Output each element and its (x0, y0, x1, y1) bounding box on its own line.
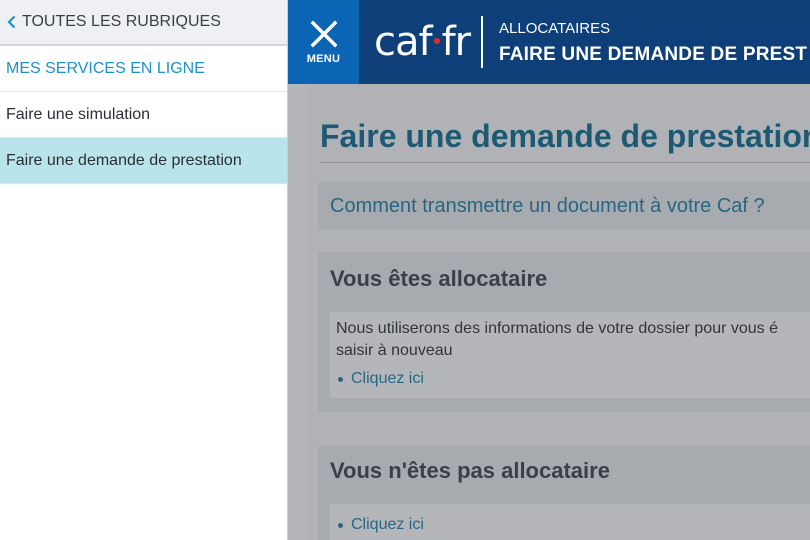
transmit-document-link[interactable]: Comment transmettre un document à votre … (318, 182, 810, 230)
logo-text-right: fr (441, 19, 472, 65)
close-icon (310, 20, 337, 48)
allocataire-text-line1: Nous utiliserons des informations de vot… (336, 320, 778, 337)
site-header: MENU caf fr ALLOCATAIRES FAIRE UNE DEMAND… (288, 0, 810, 84)
chevron-left-icon (7, 15, 16, 29)
non-allocataire-link-label: Cliquez ici (351, 516, 424, 533)
allocataire-body: Nous utiliserons des informations de vot… (330, 312, 810, 398)
back-label: TOUTES LES RUBRIQUES (22, 13, 221, 30)
sidebar-drawer: TOUTES LES RUBRIQUES MES SERVICES EN LIG… (0, 0, 288, 540)
sidebar-section-title: MES SERVICES EN LIGNE (0, 46, 287, 92)
main-content: Faire une demande de prestation Comment … (288, 84, 810, 540)
menu-close-button[interactable]: MENU (288, 0, 359, 84)
allocataire-text-line2: saisir à nouveau (336, 342, 453, 359)
back-to-all-sections-button[interactable]: TOUTES LES RUBRIQUES (0, 0, 287, 46)
header-title: FAIRE UNE DEMANDE DE PREST (499, 44, 808, 65)
logo-dot-icon (433, 38, 440, 44)
non-allocataire-body: Cliquez ici (330, 504, 810, 540)
allocataire-section: Vous êtes allocataire Nous utiliserons d… (318, 252, 810, 412)
header-divider (481, 16, 483, 68)
allocataire-heading: Vous êtes allocataire (330, 266, 548, 291)
logo-text-left: caf (374, 19, 433, 65)
sidebar-item-simulation[interactable]: Faire une simulation (0, 92, 287, 138)
bullet-icon (338, 522, 343, 528)
sidebar-item-demande-prestation[interactable]: Faire une demande de prestation (0, 138, 287, 184)
caf-logo[interactable]: caf fr (374, 19, 472, 65)
page-title: Faire une demande de prestation (320, 118, 810, 154)
non-allocataire-heading: Vous n'êtes pas allocataire (330, 458, 610, 483)
bullet-icon (338, 376, 343, 382)
non-allocataire-cliquez-ici-link[interactable]: Cliquez ici (336, 516, 810, 534)
menu-label: MENU (306, 53, 341, 65)
allocataire-cliquez-ici-link[interactable]: Cliquez ici (336, 370, 810, 388)
non-allocataire-section: Vous n'êtes pas allocataire Cliquez ici (318, 446, 810, 540)
allocataire-link-label: Cliquez ici (351, 370, 424, 387)
content-panel: Faire une demande de prestation Comment … (308, 84, 810, 540)
header-kicker: ALLOCATAIRES (499, 20, 611, 37)
title-divider (320, 162, 810, 163)
